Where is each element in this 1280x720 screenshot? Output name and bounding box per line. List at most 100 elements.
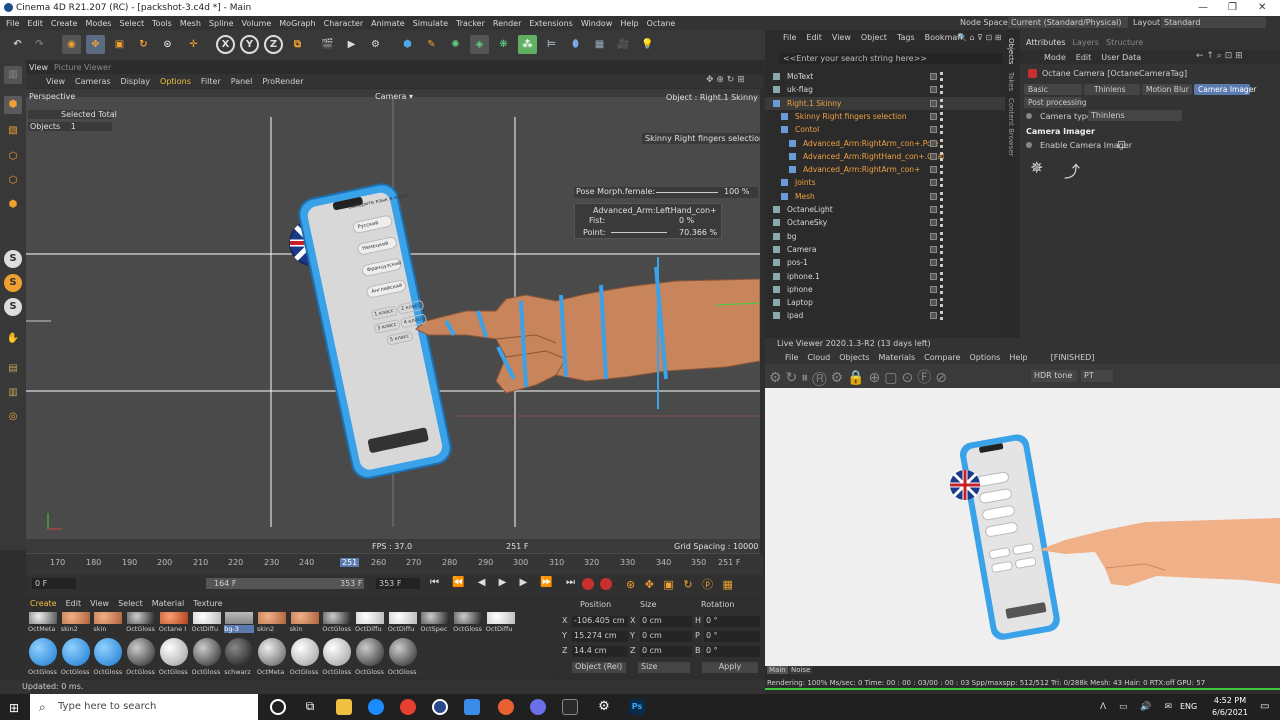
chrome-icon[interactable] — [400, 699, 416, 715]
object-name[interactable]: iphone — [787, 283, 813, 296]
key-mode-icons[interactable]: ⊛ ✥ ▣ ↻ ⓟ ▦ — [626, 576, 736, 592]
menu-tracker[interactable]: Tracker — [456, 19, 485, 28]
material-swatch[interactable]: OctDiffu — [192, 612, 222, 634]
material-swatch[interactable]: OctDiffu — [388, 612, 418, 634]
visibility-toggle-icon[interactable] — [930, 112, 937, 120]
visibility-toggle-icon[interactable] — [930, 179, 937, 187]
menu-tools[interactable]: Tools — [152, 19, 172, 28]
floor-icon[interactable]: ▦ — [590, 35, 609, 54]
lv-menu-compare[interactable]: Compare — [924, 353, 960, 362]
visibility-toggle-icon[interactable] — [930, 206, 937, 213]
texture-mode-icon[interactable]: ▧ — [4, 122, 22, 140]
object-row[interactable]: ipad — [765, 309, 1005, 322]
workplane-snap-icon[interactable]: S — [4, 298, 22, 316]
visibility-toggle-icon[interactable] — [930, 192, 937, 200]
mat-menu-material[interactable]: Material — [152, 599, 185, 608]
cinema4d-icon[interactable] — [432, 699, 448, 715]
hdr-tone-select[interactable]: HDR tone — [1031, 370, 1077, 382]
lv-menu-help[interactable]: Help — [1009, 353, 1027, 362]
menu-select[interactable]: Select — [119, 19, 144, 28]
model-mode-icon[interactable]: ⬢ — [4, 96, 22, 114]
size-x-field[interactable]: 0 cm — [640, 616, 692, 627]
language-indicator[interactable]: ENG — [1180, 702, 1197, 711]
deformer-icon[interactable]: ⊨ — [542, 35, 561, 54]
size-y-field[interactable]: 0 cm — [640, 631, 692, 642]
lv-toolbar-icons[interactable]: ⚙↻⏸Ⓡ⚙🔒⊕▢⊙Ⓕ⊘ — [769, 367, 951, 387]
vp-menu-cameras[interactable]: Cameras — [75, 77, 111, 86]
object-search-input[interactable]: <<Enter your search string here>> — [779, 53, 1003, 64]
layer-dots-icon[interactable] — [940, 178, 943, 188]
pose-morph-value[interactable]: 100 % — [724, 187, 749, 196]
add-tool-icon[interactable]: ✛ — [184, 35, 203, 54]
file-explorer-icon[interactable] — [336, 699, 352, 715]
material-swatch[interactable]: OctGloss — [61, 638, 91, 676]
cortana-icon[interactable] — [270, 699, 286, 715]
tab-post-processing[interactable]: Post processing — [1024, 97, 1087, 108]
y-axis-icon[interactable]: Y — [240, 35, 259, 54]
layer-dots-icon[interactable] — [940, 231, 943, 241]
menu-help[interactable]: Help — [620, 19, 638, 28]
vp-menu-view[interactable]: View — [46, 77, 65, 86]
recent-tool-icon[interactable]: ⊙ — [158, 35, 177, 54]
material-swatch[interactable]: OctGloss — [159, 638, 189, 676]
object-name[interactable]: Skinny Right fingers selection — [795, 110, 907, 123]
visibility-toggle-icon[interactable] — [930, 259, 937, 267]
enable-imager-checkbox[interactable] — [1118, 141, 1125, 148]
mograph-icon[interactable]: ⁂ — [518, 35, 537, 54]
material-swatch[interactable]: OctDiffu — [486, 612, 516, 634]
position-x-field[interactable]: -106.405 cm — [572, 616, 628, 627]
vp-menu-display[interactable]: Display — [121, 77, 151, 86]
visibility-toggle-icon[interactable] — [930, 299, 937, 307]
clock-date[interactable]: 6/6/2021 — [1210, 708, 1250, 717]
discord-icon[interactable] — [530, 699, 546, 715]
render-view-icon[interactable]: 🎬 — [318, 35, 337, 54]
tab-objects[interactable]: Objects — [1007, 38, 1015, 64]
render-settings-icon[interactable]: ⚙ — [366, 35, 385, 54]
rotation-p-field[interactable]: 0 ° — [704, 631, 760, 642]
attr-nav-icons[interactable]: ← ↑ ⌕ ⊡ ⊞ — [1196, 51, 1243, 61]
layer-dots-icon[interactable] — [940, 98, 943, 108]
axis-modification-icon[interactable]: ✋ — [4, 330, 22, 348]
object-row[interactable]: Contol — [765, 123, 1005, 136]
menu-simulate[interactable]: Simulate — [413, 19, 448, 28]
snap-settings-icon[interactable]: S — [4, 274, 22, 292]
range-end[interactable]: 353 F — [340, 578, 362, 589]
mat-menu-view[interactable]: View — [90, 599, 109, 608]
material-swatch[interactable]: schwarz — [224, 638, 254, 676]
range-start[interactable]: 164 F — [214, 578, 236, 589]
material-swatch[interactable]: OctGloss — [93, 638, 123, 676]
size-mode-select[interactable]: Size — [638, 662, 690, 673]
menu-render[interactable]: Render — [493, 19, 521, 28]
rotate-tool-icon[interactable]: ↻ — [134, 35, 153, 54]
object-row[interactable]: Advanced_Arm:RightArm_con+ — [765, 163, 1005, 176]
z-axis-icon[interactable]: Z — [264, 35, 283, 54]
layer-dots-icon[interactable] — [940, 271, 943, 281]
rotation-b-field[interactable]: 0 ° — [704, 646, 760, 657]
system-tray-icons[interactable]: ᐱ ▭ 🔊 ✉ — [1100, 702, 1177, 712]
layer-dots-icon[interactable] — [940, 311, 943, 321]
pose-morph-slider[interactable] — [656, 192, 718, 193]
tab-motion-blur[interactable]: Motion Blur — [1142, 84, 1192, 95]
coordinate-system-icon[interactable]: ⧉ — [288, 35, 307, 54]
cube-icon[interactable]: ⬢ — [398, 35, 417, 54]
obj-menu-view[interactable]: View — [832, 33, 851, 42]
vp-menu-options[interactable]: Options — [160, 77, 191, 86]
attr-menu-edit[interactable]: Edit — [1076, 53, 1092, 62]
mat-menu-select[interactable]: Select — [118, 599, 143, 608]
material-swatch[interactable]: Octane I — [159, 612, 189, 634]
object-name[interactable]: Right.1 Skinny — [787, 97, 841, 110]
object-name[interactable]: OctaneSky — [787, 216, 827, 229]
material-swatch[interactable]: OctGloss — [322, 612, 352, 634]
layer-dots-icon[interactable] — [940, 111, 943, 121]
visibility-toggle-icon[interactable] — [930, 86, 937, 94]
position-y-field[interactable]: 15.274 cm — [572, 631, 628, 642]
frame-range-bar[interactable]: 164 F 353 F — [206, 578, 364, 589]
layer-dots-icon[interactable] — [940, 125, 943, 135]
polygons-mode-icon[interactable]: ⬢ — [4, 196, 22, 214]
material-swatch[interactable]: skin — [290, 612, 320, 634]
object-row[interactable]: Camera — [765, 243, 1005, 256]
visibility-toggle-icon[interactable] — [930, 152, 937, 160]
material-swatch[interactable]: OctGloss — [126, 638, 156, 676]
object-row[interactable]: MoText — [765, 70, 1005, 83]
lv-menu-file[interactable]: File — [785, 353, 798, 362]
